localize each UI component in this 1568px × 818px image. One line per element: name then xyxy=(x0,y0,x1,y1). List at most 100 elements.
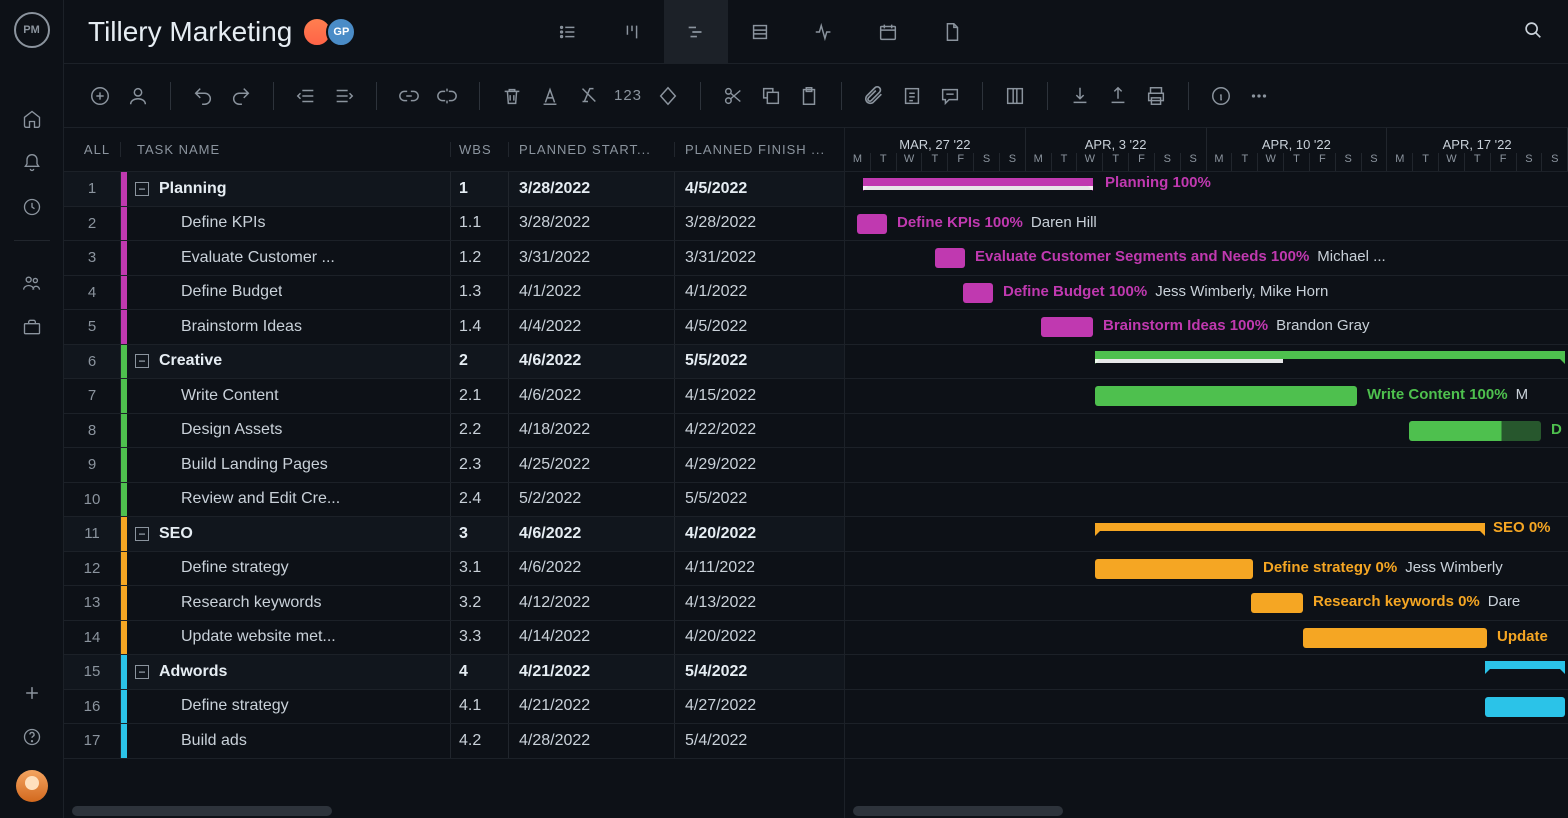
gantt-task-bar[interactable] xyxy=(1303,628,1487,648)
col-wbs[interactable]: WBS xyxy=(450,142,508,157)
col-task-name[interactable]: TASK NAME xyxy=(120,142,450,157)
gantt-row[interactable] xyxy=(845,483,1568,518)
comment-button[interactable] xyxy=(938,84,962,108)
help-icon[interactable] xyxy=(21,726,43,748)
task-row[interactable]: 2Define KPIs1.13/28/20223/28/2022 xyxy=(64,207,844,242)
view-sheet-icon[interactable] xyxy=(728,0,792,64)
gantt-task-bar[interactable] xyxy=(1041,317,1093,337)
task-row[interactable]: 17Build ads4.24/28/20225/4/2022 xyxy=(64,724,844,759)
notes-button[interactable] xyxy=(900,84,924,108)
text-format-button[interactable] xyxy=(538,84,562,108)
gantt-row[interactable]: Define Budget 100%Jess Wimberly, Mike Ho… xyxy=(845,276,1568,311)
paste-button[interactable] xyxy=(797,84,821,108)
import-button[interactable] xyxy=(1068,84,1092,108)
current-user-avatar[interactable] xyxy=(16,770,48,802)
collapse-icon[interactable]: − xyxy=(135,354,149,368)
gantt-row[interactable] xyxy=(845,690,1568,725)
col-planned-start[interactable]: PLANNED START... xyxy=(508,142,674,157)
member-avatar-gp[interactable]: GP xyxy=(326,17,356,47)
gantt-row[interactable]: Define KPIs 100%Daren Hill xyxy=(845,207,1568,242)
collapse-icon[interactable]: − xyxy=(135,665,149,679)
print-button[interactable] xyxy=(1144,84,1168,108)
gantt-task-bar[interactable] xyxy=(857,214,887,234)
task-row[interactable]: 1−Planning13/28/20224/5/2022 xyxy=(64,172,844,207)
gantt-row[interactable]: Evaluate Customer Segments and Needs 100… xyxy=(845,241,1568,276)
outdent-button[interactable] xyxy=(294,84,318,108)
collapse-icon[interactable]: − xyxy=(135,527,149,541)
task-row[interactable]: 5Brainstorm Ideas1.44/4/20224/5/2022 xyxy=(64,310,844,345)
gantt-summary-bar[interactable] xyxy=(863,178,1093,186)
attach-button[interactable] xyxy=(862,84,886,108)
columns-button[interactable] xyxy=(1003,84,1027,108)
view-list-icon[interactable] xyxy=(536,0,600,64)
delete-button[interactable] xyxy=(500,84,524,108)
unlink-button[interactable] xyxy=(435,84,459,108)
gantt-row[interactable]: Define strategy 0%Jess Wimberly xyxy=(845,552,1568,587)
view-gantt-icon[interactable] xyxy=(664,0,728,64)
view-file-icon[interactable] xyxy=(920,0,984,64)
col-planned-finish[interactable]: PLANNED FINISH ... xyxy=(674,142,844,157)
team-icon[interactable] xyxy=(21,272,43,294)
gantt-task-bar[interactable] xyxy=(1095,559,1253,579)
indent-button[interactable] xyxy=(332,84,356,108)
info-button[interactable] xyxy=(1209,84,1233,108)
task-row[interactable]: 13Research keywords3.24/12/20224/13/2022 xyxy=(64,586,844,621)
task-row[interactable]: 11−SEO34/6/20224/20/2022 xyxy=(64,517,844,552)
gantt-row[interactable]: Update xyxy=(845,621,1568,656)
task-row[interactable]: 10Review and Edit Cre...2.45/2/20225/5/2… xyxy=(64,483,844,518)
project-members[interactable]: GP xyxy=(308,17,356,47)
gantt-summary-bar[interactable] xyxy=(1485,661,1565,669)
task-row[interactable]: 3Evaluate Customer ...1.23/31/20223/31/2… xyxy=(64,241,844,276)
grid-scrollbar[interactable] xyxy=(64,804,844,818)
task-row[interactable]: 4Define Budget1.34/1/20224/1/2022 xyxy=(64,276,844,311)
gantt-task-bar[interactable] xyxy=(1485,697,1565,717)
gantt-task-bar[interactable] xyxy=(1095,386,1357,406)
gantt-task-bar[interactable] xyxy=(1251,593,1303,613)
task-row[interactable]: 14Update website met...3.34/14/20224/20/… xyxy=(64,621,844,656)
gantt-task-bar[interactable] xyxy=(935,248,965,268)
search-icon[interactable] xyxy=(1522,19,1544,44)
briefcase-icon[interactable] xyxy=(21,316,43,338)
gantt-row[interactable]: Research keywords 0%Dare xyxy=(845,586,1568,621)
number-format-label[interactable]: 123 xyxy=(614,87,642,104)
gantt-task-bar[interactable] xyxy=(963,283,993,303)
gantt-summary-bar[interactable] xyxy=(1095,523,1485,531)
gantt-row[interactable] xyxy=(845,724,1568,759)
task-row[interactable]: 8Design Assets2.24/18/20224/22/2022 xyxy=(64,414,844,449)
col-all[interactable]: ALL xyxy=(64,142,120,157)
redo-button[interactable] xyxy=(229,84,253,108)
gantt-scrollbar[interactable] xyxy=(845,804,1568,818)
gantt-row[interactable] xyxy=(845,345,1568,380)
undo-button[interactable] xyxy=(191,84,215,108)
milestone-button[interactable] xyxy=(656,84,680,108)
assign-button[interactable] xyxy=(126,84,150,108)
task-row[interactable]: 7Write Content2.14/6/20224/15/2022 xyxy=(64,379,844,414)
copy-button[interactable] xyxy=(759,84,783,108)
more-button[interactable] xyxy=(1247,84,1271,108)
gantt-summary-bar[interactable] xyxy=(1095,351,1565,359)
notifications-icon[interactable] xyxy=(21,152,43,174)
view-activity-icon[interactable] xyxy=(792,0,856,64)
cut-button[interactable] xyxy=(721,84,745,108)
recent-icon[interactable] xyxy=(21,196,43,218)
task-row[interactable]: 6−Creative24/6/20225/5/2022 xyxy=(64,345,844,380)
view-board-icon[interactable] xyxy=(600,0,664,64)
link-button[interactable] xyxy=(397,84,421,108)
gantt-row[interactable] xyxy=(845,655,1568,690)
task-row[interactable]: 9Build Landing Pages2.34/25/20224/29/202… xyxy=(64,448,844,483)
gantt-row[interactable]: Write Content 100%M xyxy=(845,379,1568,414)
task-row[interactable]: 16Define strategy4.14/21/20224/27/2022 xyxy=(64,690,844,725)
gantt-task-bar[interactable] xyxy=(1409,421,1541,441)
export-button[interactable] xyxy=(1106,84,1130,108)
gantt-row[interactable]: Planning 100% xyxy=(845,172,1568,207)
add-task-button[interactable] xyxy=(88,84,112,108)
view-calendar-icon[interactable] xyxy=(856,0,920,64)
gantt-row[interactable]: Brainstorm Ideas 100%Brandon Gray xyxy=(845,310,1568,345)
gantt-row[interactable]: D xyxy=(845,414,1568,449)
app-logo[interactable]: PM xyxy=(14,12,50,48)
task-row[interactable]: 15−Adwords44/21/20225/4/2022 xyxy=(64,655,844,690)
task-row[interactable]: 12Define strategy3.14/6/20224/11/2022 xyxy=(64,552,844,587)
home-icon[interactable] xyxy=(21,108,43,130)
collapse-icon[interactable]: − xyxy=(135,182,149,196)
add-icon[interactable] xyxy=(21,682,43,704)
